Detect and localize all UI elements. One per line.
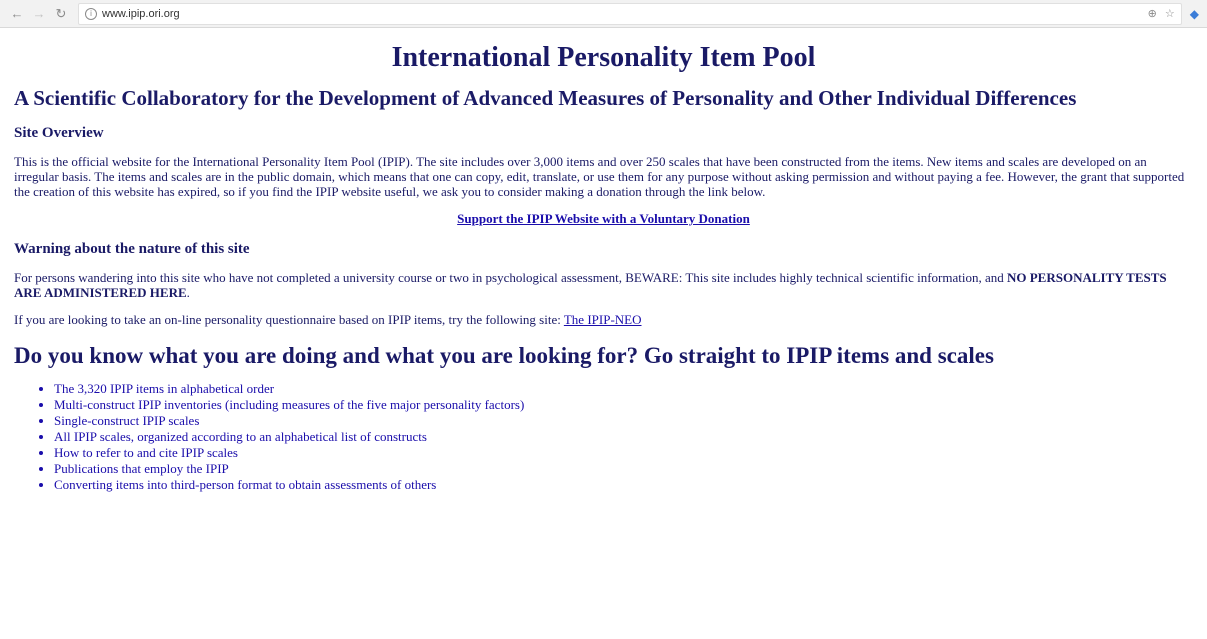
straight-heading: Do you know what you are doing and what … xyxy=(14,343,994,368)
list-link[interactable]: How to refer to and cite IPIP scales xyxy=(54,445,238,460)
list-item: How to refer to and cite IPIP scales xyxy=(54,445,1193,461)
list-link[interactable]: Converting items into third-person forma… xyxy=(54,477,436,492)
ipip-neo-link[interactable]: The IPIP-NEO xyxy=(564,312,642,327)
address-bar[interactable]: i www.ipip.ori.org ⊕ ☆ xyxy=(78,2,1182,25)
url-text: www.ipip.ori.org xyxy=(102,7,180,20)
list-item: The 3,320 IPIP items in alphabetical ord… xyxy=(54,381,1193,397)
page-content: International Personality Item Pool A Sc… xyxy=(0,42,1207,493)
browser-toolbar: ← → ↻ i www.ipip.ori.org ⊕ ☆ ◆ xyxy=(0,0,1207,28)
list-link[interactable]: All IPIP scales, organized according to … xyxy=(54,429,427,444)
overview-text: This is the official website for the Int… xyxy=(14,154,1185,199)
list-link[interactable]: The 3,320 IPIP items in alphabetical ord… xyxy=(54,381,274,396)
extension-icon[interactable]: ◆ xyxy=(1190,7,1199,21)
back-icon[interactable]: ← xyxy=(8,5,26,23)
neo-text-start: If you are looking to take an on-line pe… xyxy=(14,312,564,327)
donation-container: Support the IPIP Website with a Voluntar… xyxy=(14,211,1193,227)
warning-text: For persons wandering into this site who… xyxy=(14,270,1193,300)
forward-icon[interactable]: → xyxy=(30,5,48,23)
list-item: All IPIP scales, organized according to … xyxy=(54,429,1193,445)
list-link[interactable]: Single-construct IPIP scales xyxy=(54,413,199,428)
warning-heading: Warning about the nature of this site xyxy=(14,241,250,257)
reload-icon[interactable]: ↻ xyxy=(52,5,70,23)
page-subtitle: A Scientific Collaboratory for the Devel… xyxy=(14,86,1077,110)
list-item: Single-construct IPIP scales xyxy=(54,413,1193,429)
warning-text-end: . xyxy=(186,285,190,300)
list-link[interactable]: Multi-construct IPIP inventories (includ… xyxy=(54,397,524,412)
list-item: Converting items into third-person forma… xyxy=(54,477,1193,493)
list-item: Publications that employ the IPIP xyxy=(54,461,1193,477)
info-icon[interactable]: i xyxy=(85,7,97,20)
list-link[interactable]: Publications that employ the IPIP xyxy=(54,461,229,476)
warning-text-start: For persons wandering into this site who… xyxy=(14,270,1007,285)
donation-link[interactable]: Support the IPIP Website with a Voluntar… xyxy=(457,211,750,226)
list-item: Multi-construct IPIP inventories (includ… xyxy=(54,397,1193,413)
items-scales-list: The 3,320 IPIP items in alphabetical ord… xyxy=(14,381,1193,493)
page-title: International Personality Item Pool xyxy=(391,42,816,73)
overview-heading: Site Overview xyxy=(14,125,104,141)
neo-text: If you are looking to take an on-line pe… xyxy=(14,312,1193,327)
bookmark-star-icon[interactable]: ☆ xyxy=(1165,7,1175,20)
zoom-icon[interactable]: ⊕ xyxy=(1148,7,1157,20)
